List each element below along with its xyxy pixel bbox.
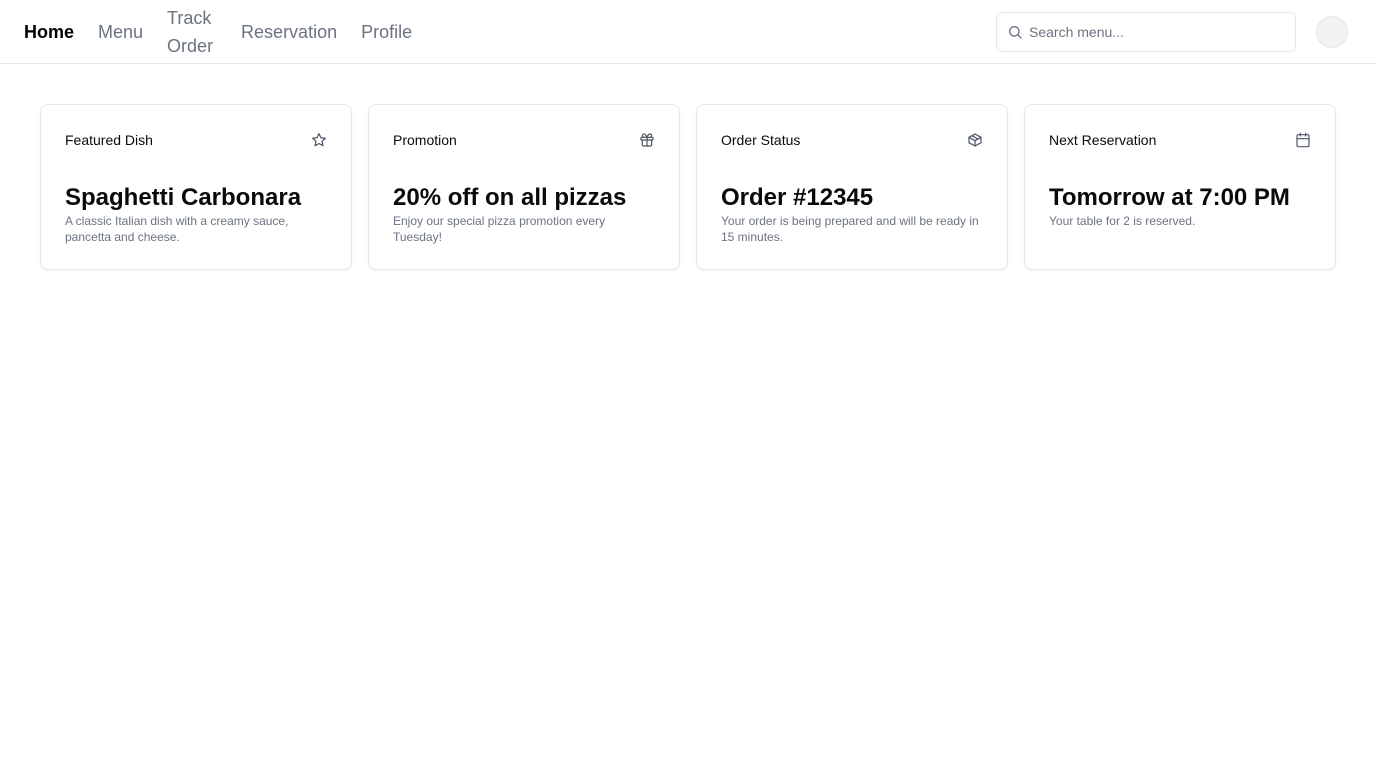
calendar-icon [1296,132,1310,148]
card-featured-dish[interactable]: Featured Dish Spaghetti Carbonara A clas… [40,104,352,270]
nav-link-track-order[interactable]: Track Order [167,4,217,60]
top-navbar: Home Menu Track Order Reservation Profil… [0,0,1376,64]
star-icon [312,133,326,147]
nav-link-home[interactable]: Home [24,18,74,46]
card-heading: Spaghetti Carbonara [65,184,302,211]
card-heading: 20% off on all pizzas [393,184,627,211]
card-description: Your order is being prepared and will be… [721,214,979,244]
main-nav: Home Menu Track Order Reservation Profil… [24,0,436,63]
card-promotion[interactable]: Promotion 20% off on all pizzas Enjoy ou… [368,104,680,270]
package-icon [968,133,982,147]
search-icon [1009,26,1022,39]
search-input[interactable] [1029,14,1284,50]
nav-link-reservation[interactable]: Reservation [241,18,337,46]
card-title: Order Status [721,132,801,148]
card-description: Enjoy our special pizza promotion every … [393,214,606,244]
search-box[interactable] [996,12,1296,52]
card-title: Promotion [393,132,457,148]
card-order-status[interactable]: Order Status Order #12345 Your order is … [696,104,1008,270]
nav-link-menu[interactable]: Menu [98,18,143,46]
card-heading: Order #12345 [721,184,874,211]
card-description: A classic Italian dish with a creamy sau… [65,214,289,244]
card-heading: Tomorrow at 7:00 PM [1049,184,1290,211]
gift-icon [640,133,654,147]
card-next-reservation[interactable]: Next Reservation Tomorrow at 7:00 PM You… [1024,104,1336,270]
dashboard-cards: Featured Dish Spaghetti Carbonara A clas… [40,104,1336,270]
card-description: Your table for 2 is reserved. [1049,214,1196,228]
avatar[interactable] [1316,16,1348,48]
card-title: Next Reservation [1049,132,1157,148]
nav-link-profile[interactable]: Profile [361,18,412,46]
card-title: Featured Dish [65,132,153,148]
